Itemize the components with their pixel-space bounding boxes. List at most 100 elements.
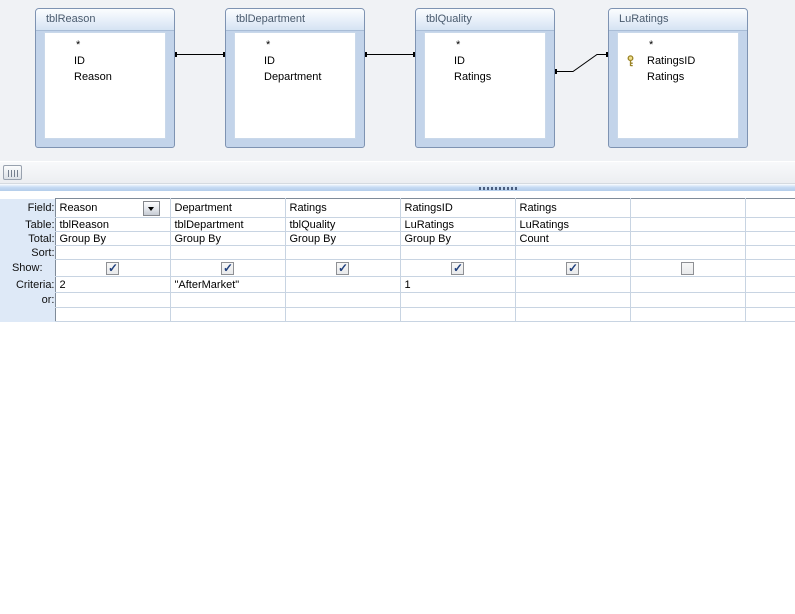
field-item[interactable]: Ratings	[425, 69, 545, 85]
sort-cell[interactable]	[285, 245, 401, 260]
show-checkbox[interactable]: ✓	[336, 261, 349, 275]
diagram-hscrollbar[interactable]	[0, 161, 795, 184]
field-cell[interactable]: Ratings	[515, 198, 631, 218]
or-cell[interactable]	[745, 292, 795, 308]
table-cell[interactable]: tblDepartment	[170, 217, 286, 232]
empty-cell[interactable]	[400, 307, 516, 322]
or-cell[interactable]	[630, 292, 746, 308]
show-cell: ✓	[515, 259, 631, 277]
table-field-list: * RatingsID Ratings	[617, 32, 739, 139]
field-cell[interactable]	[630, 198, 746, 218]
scrollbar-thumb[interactable]	[3, 165, 22, 180]
field-cell[interactable]	[745, 198, 795, 218]
grid-row-show: Show: ✓ ✓ ✓ ✓ ✓ ✓	[0, 259, 795, 277]
primary-key-icon	[625, 55, 637, 67]
field-item[interactable]: ID	[235, 53, 355, 69]
row-label-sort: Sort:	[0, 245, 55, 260]
splitter-grip-icon	[479, 187, 517, 190]
grid-row-total: Total: Group By Group By Group By Group …	[0, 231, 795, 246]
total-cell[interactable]: Group By	[54, 231, 171, 246]
total-cell[interactable]	[745, 231, 795, 246]
table-box-luratings[interactable]: LuRatings * RatingsID Ratings	[608, 8, 748, 148]
row-label-criteria: Criteria:	[0, 276, 55, 293]
or-cell[interactable]	[515, 292, 631, 308]
criteria-cell[interactable]	[630, 276, 746, 293]
field-cell[interactable]: Ratings	[285, 198, 401, 218]
criteria-cell[interactable]	[515, 276, 631, 293]
show-cell: ✓	[170, 259, 286, 277]
field-item[interactable]: ID	[45, 53, 165, 69]
or-cell[interactable]	[170, 292, 286, 308]
row-label-table: Table:	[0, 217, 55, 232]
design-grid: Field: Reason Department Ratings Ratings…	[0, 198, 795, 322]
criteria-cell[interactable]: 1	[400, 276, 516, 293]
check-icon: ✓	[453, 260, 464, 275]
table-cell[interactable]	[630, 217, 746, 232]
field-cell[interactable]: Reason	[54, 198, 171, 218]
total-cell[interactable]: Group By	[285, 231, 401, 246]
total-cell[interactable]: Group By	[400, 231, 516, 246]
show-checkbox[interactable]: ✓	[221, 261, 234, 275]
field-item[interactable]: Ratings	[618, 69, 738, 85]
criteria-cell[interactable]	[745, 276, 795, 293]
empty-cell[interactable]	[170, 307, 286, 322]
total-cell[interactable]: Count	[515, 231, 631, 246]
table-box-tbldepartment[interactable]: tblDepartment * ID Department	[225, 8, 365, 148]
field-cell-value: Reason	[59, 202, 98, 214]
diagram-pane: tblReason * ID Reason tblDepartment * ID…	[0, 0, 795, 161]
field-item-asterisk[interactable]: *	[235, 37, 355, 53]
table-title[interactable]: tblDepartment	[226, 9, 364, 31]
field-item-asterisk[interactable]: *	[618, 37, 738, 53]
criteria-cell[interactable]	[285, 276, 401, 293]
grid-row-field: Field: Reason Department Ratings Ratings…	[0, 198, 795, 218]
total-cell[interactable]: Group By	[170, 231, 286, 246]
field-item[interactable]: Department	[235, 69, 355, 85]
sort-cell[interactable]	[630, 245, 746, 260]
table-title[interactable]: tblReason	[36, 9, 174, 31]
check-icon: ✓	[108, 260, 119, 275]
criteria-cell[interactable]: 2	[54, 276, 171, 293]
sort-cell[interactable]	[170, 245, 286, 260]
sort-cell[interactable]	[54, 245, 171, 260]
field-dropdown-button[interactable]	[142, 201, 160, 216]
table-title[interactable]: LuRatings	[609, 9, 747, 31]
or-cell[interactable]	[54, 292, 171, 308]
grid-row-criteria: Criteria: 2 "AfterMarket" 1	[0, 276, 795, 293]
or-cell[interactable]	[400, 292, 516, 308]
field-item[interactable]: ID	[425, 53, 545, 69]
table-cell[interactable]	[745, 217, 795, 232]
sort-cell[interactable]	[400, 245, 516, 260]
empty-cell[interactable]	[54, 307, 171, 322]
total-cell[interactable]	[630, 231, 746, 246]
show-checkbox[interactable]: ✓	[451, 260, 464, 275]
or-cell[interactable]	[285, 292, 401, 308]
table-cell[interactable]: tblQuality	[285, 217, 401, 232]
table-cell[interactable]: tblReason	[54, 217, 171, 232]
field-item-asterisk[interactable]: *	[45, 37, 165, 53]
table-box-tblquality[interactable]: tblQuality * ID Ratings	[415, 8, 555, 148]
show-checkbox[interactable]: ✓	[566, 261, 579, 275]
sort-cell[interactable]	[515, 245, 631, 260]
empty-cell[interactable]	[745, 307, 795, 322]
empty-cell[interactable]	[285, 307, 401, 322]
table-box-tblreason[interactable]: tblReason * ID Reason	[35, 8, 175, 148]
pane-splitter[interactable]	[0, 184, 795, 191]
show-checkbox[interactable]: ✓	[681, 261, 694, 275]
table-cell[interactable]: LuRatings	[515, 217, 631, 232]
criteria-cell[interactable]: "AfterMarket"	[170, 276, 286, 293]
table-field-list: * ID Reason	[44, 32, 166, 139]
field-item-primary-key[interactable]: RatingsID	[618, 53, 738, 69]
table-cell[interactable]: LuRatings	[400, 217, 516, 232]
show-checkbox[interactable]: ✓	[106, 260, 119, 275]
grid-row-sort: Sort:	[0, 245, 795, 260]
field-cell[interactable]: Department	[170, 198, 286, 218]
field-item-asterisk[interactable]: *	[425, 37, 545, 53]
field-item[interactable]: Reason	[45, 69, 165, 85]
table-title[interactable]: tblQuality	[416, 9, 554, 31]
show-cell	[745, 259, 795, 277]
sort-cell[interactable]	[745, 245, 795, 260]
empty-cell[interactable]	[515, 307, 631, 322]
empty-cell[interactable]	[630, 307, 746, 322]
row-label-empty	[0, 307, 55, 322]
field-cell[interactable]: RatingsID	[400, 198, 516, 218]
